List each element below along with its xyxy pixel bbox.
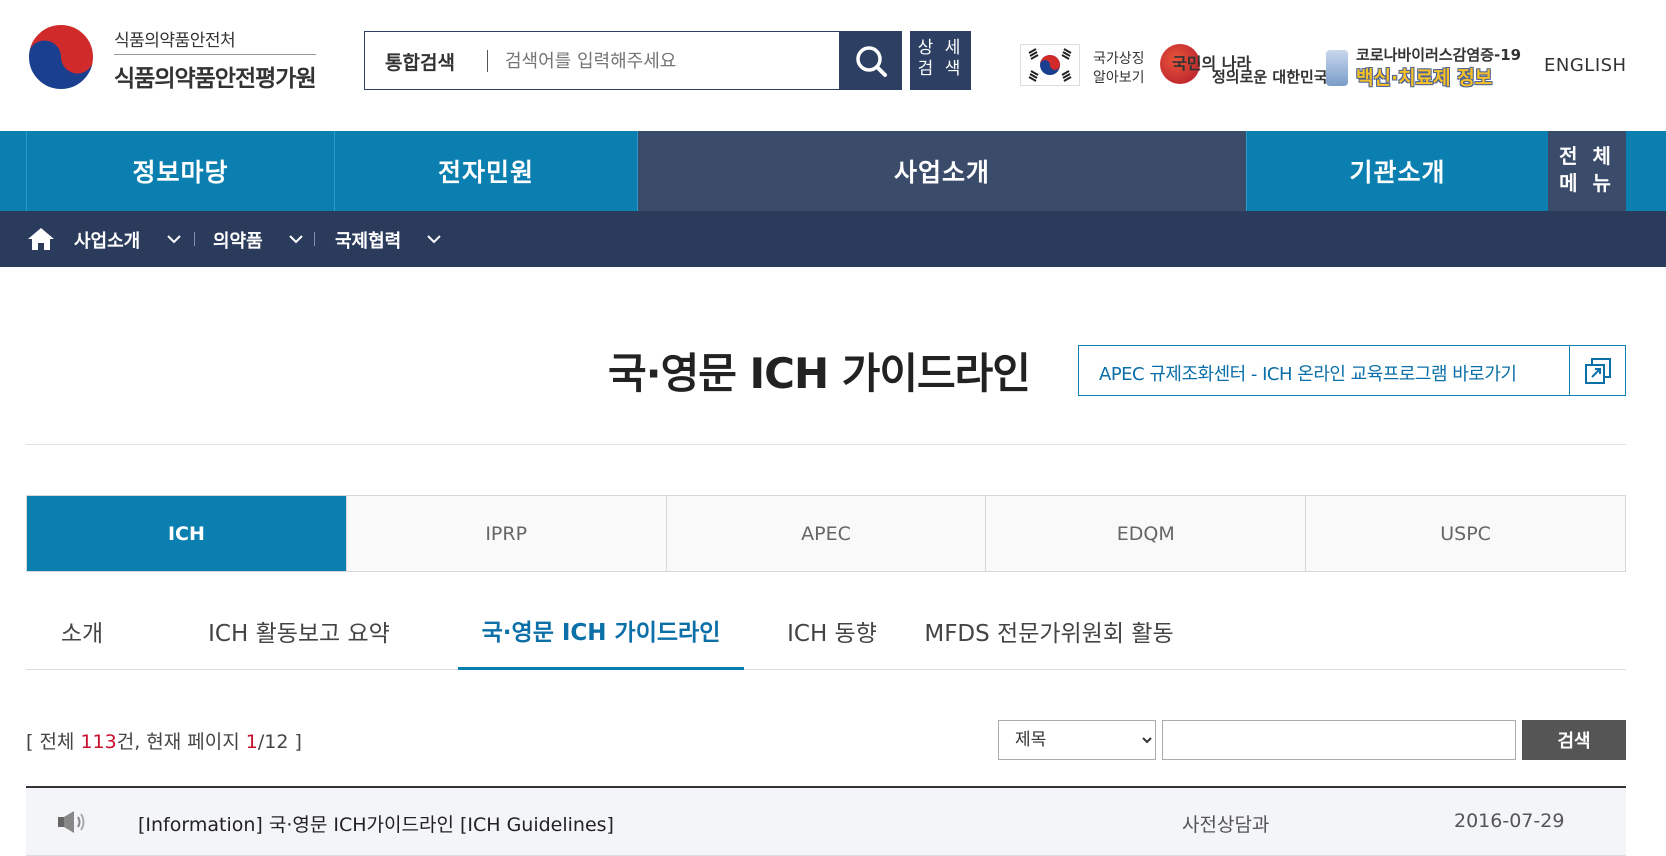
main-navigation: 정보마당 전자민원 사업소개 기관소개 전 체 메 뉴 [0, 131, 1666, 211]
national-symbol-link[interactable]: 국가상징 알아보기 [1093, 50, 1145, 88]
title-divider [26, 444, 1626, 445]
nav-item-info[interactable]: 정보마당 [26, 131, 334, 211]
breadcrumb-separator [194, 232, 195, 246]
detail-search-button[interactable]: 상 세 검 색 [910, 31, 971, 90]
all-menu-line2: 메 뉴 [1559, 171, 1615, 195]
tab-uspc[interactable]: USPC [1306, 496, 1625, 571]
home-icon[interactable] [26, 226, 56, 252]
subtab-expert-committee[interactable]: MFDS 전문가위원회 활동 [908, 592, 1190, 670]
detail-search-line2: 검 색 [917, 59, 964, 79]
detail-search-line1: 상 세 [917, 38, 964, 58]
search-label: 통합검색 [385, 52, 455, 74]
vaccine-vial-icon [1326, 50, 1348, 86]
taegeukgi-icon [1028, 48, 1072, 82]
row-department: 사전상담과 [1182, 814, 1270, 836]
search-button[interactable] [840, 31, 902, 90]
breadcrumb-item-drugs[interactable]: 의약품 [213, 227, 263, 253]
all-menu-button[interactable]: 전 체 메 뉴 [1548, 131, 1626, 211]
symbol-line2: 알아보기 [1093, 70, 1145, 86]
org-name-small: 식품의약품안전처 [114, 31, 236, 51]
taegeuk-logo-icon [27, 23, 95, 91]
nav-item-business[interactable]: 사업소개 [637, 131, 1246, 211]
site-header: 식품의약품안전처 식품의약품안전평가원 통합검색 상 세 검 색 국가상징 [0, 0, 1666, 131]
row-title-link[interactable]: [Information] 국·영문 ICH가이드라인 [ICH Guideli… [138, 810, 614, 837]
tab-ich[interactable]: ICH [27, 496, 347, 571]
nav-item-e-petition[interactable]: 전자민원 [334, 131, 637, 211]
org-name-main: 식품의약품안전평가원 [114, 54, 317, 93]
tab-edqm[interactable]: EDQM [986, 496, 1307, 571]
korean-flag-icon[interactable] [1020, 44, 1080, 86]
chevron-down-icon[interactable] [288, 231, 304, 247]
result-count: [ 전체 113건, 현재 페이지 1/12 ] [26, 727, 302, 754]
covid-line2: 백신·치료제 정보 [1356, 67, 1493, 89]
national-slogan-banner[interactable]: 국민의 나라 정의로운 대한민국 [1160, 44, 1328, 90]
apec-link-label: APEC 규제조화센터 - ICH 온라인 교육프로그램 바로가기 [1099, 364, 1517, 385]
external-link-icon [1569, 346, 1625, 395]
count-mid: 건, 현재 페이지 [116, 731, 246, 753]
breadcrumb-item-intl[interactable]: 국제협력 [335, 227, 401, 253]
site-logo[interactable]: 식품의약품안전처 식품의약품안전평가원 [26, 20, 346, 93]
count-suffix: /12 ] [257, 731, 302, 753]
subtab-activity-report[interactable]: ICH 활동보고 요약 [174, 592, 424, 670]
count-prefix: [ 전체 [26, 731, 81, 753]
subtab-guidelines[interactable]: 국·영문 ICH 가이드라인 [458, 592, 744, 670]
list-search-input[interactable] [1162, 720, 1516, 760]
subtab-intro[interactable]: 소개 [26, 592, 138, 670]
current-page: 1 [245, 731, 258, 753]
all-menu-line1: 전 체 [1559, 144, 1615, 168]
table-row[interactable]: [Information] 국·영문 ICH가이드라인 [ICH Guideli… [26, 786, 1626, 856]
search-input[interactable] [505, 44, 825, 78]
breadcrumb-separator [314, 232, 315, 246]
row-date: 2016-07-29 [1454, 810, 1565, 832]
symbol-line1: 국가상징 [1093, 51, 1145, 67]
speaker-notice-icon [58, 811, 85, 833]
nav-item-about[interactable]: 기관소개 [1246, 131, 1548, 211]
total-count: 113 [80, 731, 117, 753]
english-link[interactable]: ENGLISH [1544, 55, 1627, 76]
list-search-button[interactable]: 검색 [1522, 720, 1626, 760]
apec-education-link[interactable]: APEC 규제조화센터 - ICH 온라인 교육프로그램 바로가기 [1078, 345, 1626, 396]
chevron-down-icon[interactable] [166, 231, 182, 247]
page-title: 국·영문 ICH 가이드라인 [608, 349, 1031, 398]
search-icon [856, 45, 887, 77]
covid-vaccine-banner[interactable]: 코로나바이러스감염증-19 백신·치료제 정보 [1326, 44, 1521, 90]
breadcrumb: 사업소개 의약품 국제협력 [0, 211, 1666, 267]
tab-iprp[interactable]: IPRP [346, 496, 667, 571]
covid-line1: 코로나바이러스감염증-19 [1356, 46, 1522, 64]
search-field-select[interactable]: 제목 [998, 720, 1156, 760]
tab-apec[interactable]: APEC [666, 496, 987, 571]
org-tabs: ICH IPRP APEC EDQM USPC [26, 495, 1626, 572]
slogan-line2: 정의로운 대한민국 [1212, 68, 1328, 86]
sub-tabs: 소개 ICH 활동보고 요약 국·영문 ICH 가이드라인 ICH 동향 MFD… [26, 592, 1626, 670]
subtab-trends[interactable]: ICH 동향 [762, 592, 902, 670]
chevron-down-icon[interactable] [426, 231, 442, 247]
unified-search-box: 통합검색 [364, 31, 840, 90]
breadcrumb-item-business[interactable]: 사업소개 [74, 227, 140, 253]
search-divider [487, 50, 488, 72]
